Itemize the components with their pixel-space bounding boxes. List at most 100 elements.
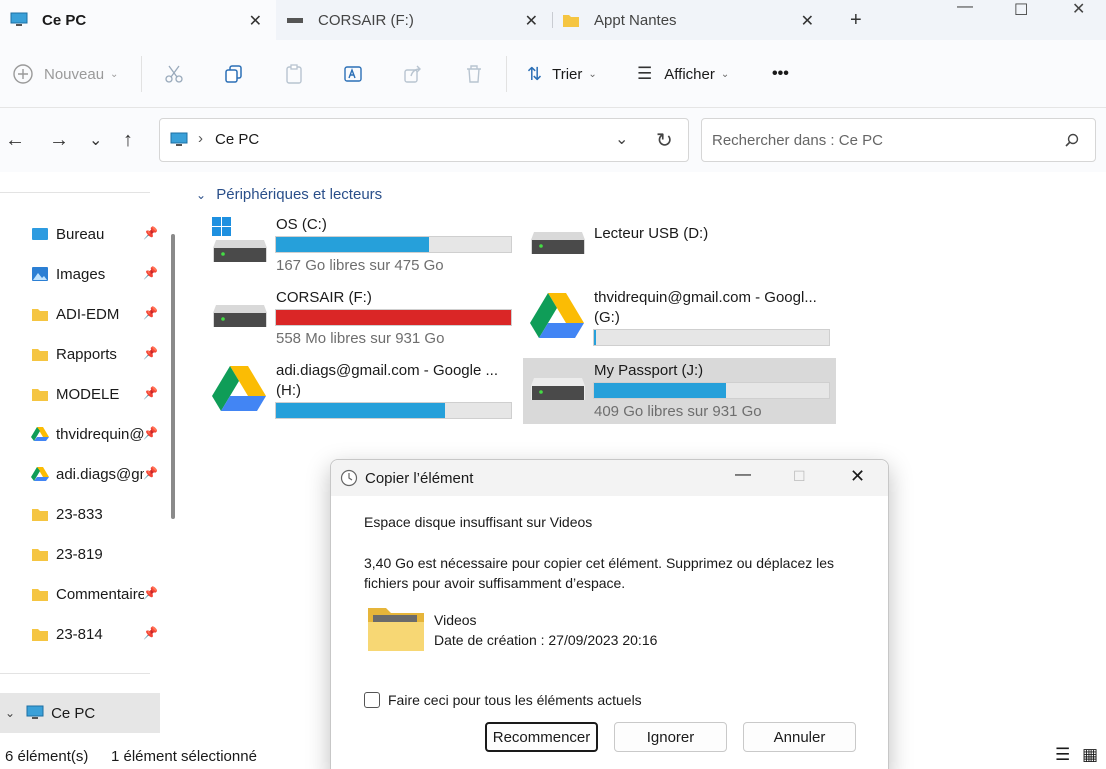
window-close-button[interactable]: ✕: [1072, 0, 1085, 19]
share-icon[interactable]: [403, 64, 423, 84]
checkbox[interactable]: [364, 692, 380, 708]
sidebar-item-23-814[interactable]: 23-814 📌: [0, 614, 160, 654]
apply-all-checkbox[interactable]: Faire ceci pour tous les éléments actuel…: [364, 692, 642, 708]
section-title: Périphériques et lecteurs: [216, 186, 383, 203]
back-arrow-icon[interactable]: ←: [5, 129, 25, 152]
delete-icon[interactable]: [464, 64, 484, 84]
pin-icon: 📌: [143, 346, 158, 360]
pin-icon: 📌: [143, 386, 158, 400]
address-dropdown-chevron-icon[interactable]: ⌄: [615, 129, 628, 149]
item-date: Date de création : 27/09/2023 20:16: [434, 632, 658, 648]
address-bar[interactable]: › Ce PC ⌄ ↻: [159, 118, 689, 162]
pin-icon: 📌: [143, 426, 158, 440]
copy-icon[interactable]: [224, 64, 244, 84]
forward-arrow-icon[interactable]: →: [49, 129, 69, 152]
navigation-bar: ← → ⌄ ↑ › Ce PC ⌄ ↻ Rechercher dans : Ce…: [0, 108, 1106, 172]
new-tab-button[interactable]: +: [850, 9, 862, 32]
tab-appt-nantes[interactable]: Appt Nantes ✕: [552, 0, 828, 40]
close-icon[interactable]: ✕: [801, 11, 814, 31]
sidebar-item-label: Images: [56, 265, 106, 283]
cut-icon[interactable]: [164, 64, 184, 84]
sidebar-item-label: 23-814: [56, 625, 103, 643]
drive-tile-j[interactable]: My Passport (J:) 409 Go libres sur 931 G…: [523, 358, 836, 424]
tab-bar: Ce PC ✕ CORSAIR (F:) ✕ Appt Nantes ✕ + —…: [0, 0, 1106, 40]
sort-button-label: Trier: [552, 65, 583, 83]
refresh-icon[interactable]: ↻: [656, 128, 673, 153]
drive-tile-g[interactable]: thvidrequin@gmail.com - Googl... (G:): [523, 285, 836, 351]
details-view-icon[interactable]: ☰: [1055, 745, 1070, 765]
dialog-maximize-button: ☐: [793, 468, 806, 484]
cancel-button[interactable]: Annuler: [743, 722, 856, 752]
sidebar-divider: [0, 192, 150, 193]
tab-label: CORSAIR (F:): [318, 11, 414, 29]
collapse-chevron-icon[interactable]: ⌄: [196, 188, 206, 202]
sidebar-item-label: Commentaires: [56, 585, 144, 603]
retry-button[interactable]: Recommencer: [485, 722, 598, 752]
new-button[interactable]: Nouveau ⌄: [12, 62, 118, 86]
folder-icon: [32, 509, 48, 521]
chevron-down-icon: ⌄: [110, 68, 119, 80]
rename-icon[interactable]: [343, 64, 363, 84]
drive-usage-fill: [276, 237, 429, 252]
sort-button[interactable]: ⇅ Trier ⌄: [527, 62, 597, 86]
computer-icon: [26, 705, 44, 719]
close-icon[interactable]: ✕: [525, 11, 538, 31]
pin-icon: 📌: [143, 586, 158, 600]
sidebar-item-label: ADI-EDM: [56, 305, 120, 323]
sidebar-item-bureau[interactable]: Bureau 📌: [0, 214, 160, 254]
drive-name: OS (C:): [276, 216, 327, 233]
more-icon: •••: [772, 65, 789, 82]
close-icon[interactable]: ✕: [249, 11, 262, 31]
tab-corsair[interactable]: CORSAIR (F:) ✕: [276, 0, 552, 40]
windows-drive-icon: [212, 217, 267, 262]
ignore-button[interactable]: Ignorer: [614, 722, 727, 752]
dialog-close-button[interactable]: ✕: [850, 466, 865, 487]
drive-tile-c[interactable]: OS (C:) 167 Go libres sur 475 Go: [205, 212, 520, 278]
sidebar-scrollbar[interactable]: [171, 234, 175, 519]
sidebar-item-rapports[interactable]: Rapports 📌: [0, 334, 160, 374]
sidebar-item-modele[interactable]: MODELE 📌: [0, 374, 160, 414]
drive-tile-h[interactable]: adi.diags@gmail.com - Google ... (H:): [205, 358, 520, 424]
breadcrumb-chevron-icon: ›: [198, 130, 203, 147]
sidebar-item-23-833[interactable]: 23-833: [0, 494, 160, 534]
search-icon[interactable]: [1064, 133, 1080, 149]
drive-tile-d[interactable]: Lecteur USB (D:): [523, 212, 836, 278]
tab-this-pc[interactable]: Ce PC ✕: [0, 0, 276, 40]
sidebar-item-adi-edm[interactable]: ADI-EDM 📌: [0, 294, 160, 334]
tiles-view-icon[interactable]: ▦: [1082, 745, 1098, 765]
drive-free-space: 167 Go libres sur 475 Go: [276, 257, 444, 274]
sidebar-item-label: 23-819: [56, 545, 103, 563]
sidebar-item-label: adi.diags@gmail.com: [56, 465, 144, 483]
drive-name: Lecteur USB (D:): [594, 225, 709, 242]
drive-usage-bar: [275, 236, 512, 253]
drive-letter: (H:): [276, 382, 301, 399]
drive-usage-fill: [276, 403, 446, 418]
sidebar-item-adi-diags[interactable]: adi.diags@gmail.com 📌: [0, 454, 160, 494]
drive-name: CORSAIR (F:): [276, 289, 372, 306]
desktop-icon: [32, 228, 48, 240]
google-drive-icon: [31, 467, 49, 481]
minimize-button[interactable]: —: [957, 0, 973, 16]
plus-circle-icon: [13, 64, 33, 84]
pin-icon: 📌: [143, 306, 158, 320]
drive-tile-f[interactable]: CORSAIR (F:) 558 Mo libres sur 931 Go: [205, 285, 520, 351]
view-button[interactable]: ☰ Afficher ⌄: [637, 62, 729, 86]
sidebar-item-this-pc[interactable]: ⌄ Ce PC: [0, 693, 160, 733]
more-options-button[interactable]: •••: [772, 62, 789, 86]
toolbar-divider: [506, 56, 507, 92]
up-arrow-icon[interactable]: ↑: [123, 129, 133, 152]
sidebar-item-commentaires[interactable]: Commentaires 📌: [0, 574, 160, 614]
sidebar-item-23-819[interactable]: 23-819: [0, 534, 160, 574]
dialog-minimize-button[interactable]: —: [735, 466, 751, 484]
drive-usage-bar: [593, 329, 830, 346]
sidebar-item-images[interactable]: Images 📌: [0, 254, 160, 294]
section-header[interactable]: ⌄ Périphériques et lecteurs: [196, 186, 382, 203]
expand-chevron-icon[interactable]: ⌄: [5, 706, 15, 720]
sidebar-item-thvidrequin[interactable]: thvidrequin@gmail.com 📌: [0, 414, 160, 454]
breadcrumb-item[interactable]: Ce PC: [215, 131, 259, 148]
search-box[interactable]: Rechercher dans : Ce PC: [701, 118, 1096, 162]
paste-icon[interactable]: [284, 64, 304, 84]
maximize-button[interactable]: ☐: [1014, 0, 1028, 20]
search-input[interactable]: Rechercher dans : Ce PC: [712, 132, 883, 149]
recent-locations-chevron-icon[interactable]: ⌄: [89, 130, 102, 150]
